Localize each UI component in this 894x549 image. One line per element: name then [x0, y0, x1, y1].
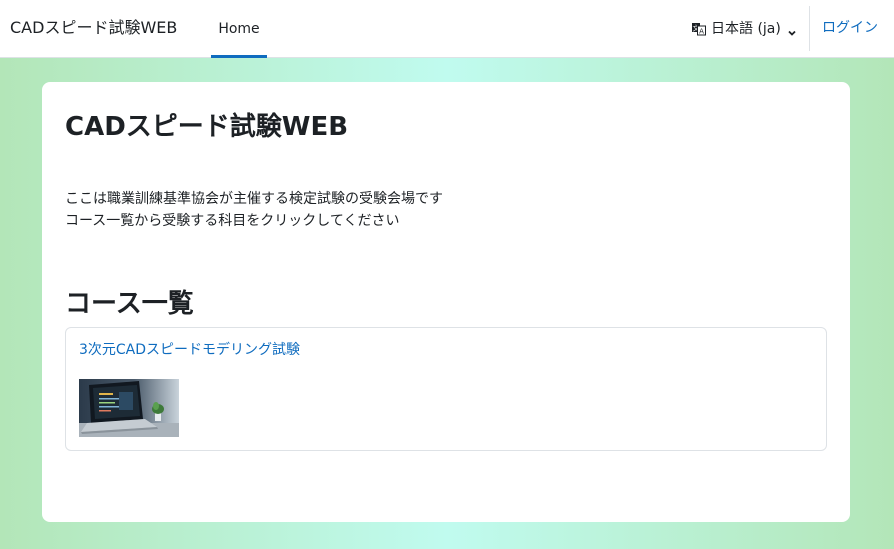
intro-line-2: コース一覧から受験する科目をクリックしてください [65, 213, 400, 229]
page-title: CADスピード試験WEB [65, 112, 349, 142]
navbar-divider [809, 6, 810, 51]
top-navbar: CADスピード試験WEB Home 文 A 日本語 (ja) ログイン [0, 0, 894, 58]
course-card: 3次元CADスピードモデリング試験 [65, 327, 827, 451]
course-link[interactable]: 3次元CADスピードモデリング試験 [79, 340, 300, 360]
login-link[interactable]: ログイン [822, 18, 878, 38]
language-selector[interactable]: 文 A 日本語 (ja) [691, 19, 797, 39]
course-list-heading: コース一覧 [65, 289, 194, 319]
language-icon: 文 A [691, 21, 707, 37]
site-brand[interactable]: CADスピード試験WEB [10, 17, 177, 39]
main-content-card: CADスピード試験WEB ここは職業訓練基準協会が主催する検定試験の受験会場です… [42, 82, 850, 522]
svg-text:A: A [699, 28, 704, 36]
language-label: 日本語 (ja) [711, 21, 781, 37]
chevron-down-icon [787, 24, 797, 36]
tab-home-label: Home [218, 20, 260, 37]
course-thumbnail-image[interactable] [79, 379, 179, 437]
intro-text: ここは職業訓練基準協会が主催する検定試験の受験会場です コース一覧から受験する科… [65, 188, 443, 232]
tab-home[interactable]: Home [211, 0, 267, 58]
intro-line-1: ここは職業訓練基準協会が主催する検定試験の受験会場です [65, 191, 443, 207]
